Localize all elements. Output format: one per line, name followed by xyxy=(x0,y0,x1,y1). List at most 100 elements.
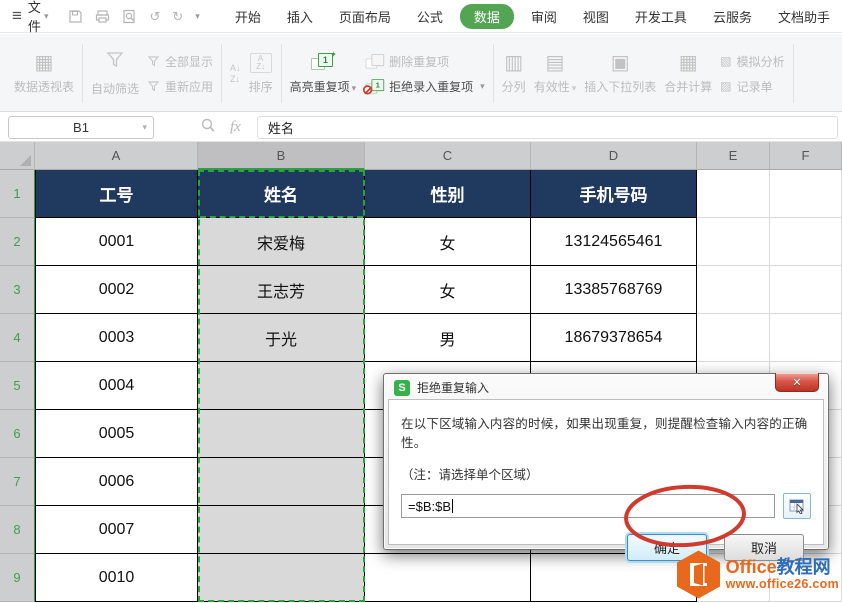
tab-cloud[interactable]: 云服务 xyxy=(700,3,765,30)
cell-B4[interactable]: 于光 xyxy=(198,314,365,362)
cell-C3[interactable]: 女 xyxy=(365,266,531,314)
row-header-7[interactable]: 7 xyxy=(0,458,35,506)
cell-D3[interactable]: 13385768769 xyxy=(531,266,697,314)
tab-review[interactable]: 审阅 xyxy=(518,3,570,30)
cell-D4[interactable]: 18679378654 xyxy=(531,314,697,362)
save-icon[interactable] xyxy=(68,9,83,24)
cell-A1[interactable]: 工号 xyxy=(35,170,198,218)
cell-B1[interactable]: 姓名 xyxy=(198,170,365,218)
column-header-d[interactable]: D xyxy=(531,142,697,170)
redo-icon[interactable]: ↻ xyxy=(172,10,183,23)
range-input[interactable]: =$B:$B xyxy=(401,494,775,518)
watermark-url: www.office26.com xyxy=(726,578,839,592)
row-header-3[interactable]: 3 xyxy=(0,266,35,314)
insert-dropdown-list-button[interactable]: ▣ 插入下拉列表 xyxy=(584,53,656,95)
sort-button[interactable]: AZ↓ 排序 xyxy=(249,53,273,95)
row-header-1[interactable]: 1 xyxy=(0,170,35,218)
delete-duplicates-button[interactable]: 删除重复项 xyxy=(364,53,485,70)
cell-B9[interactable] xyxy=(198,554,365,602)
cell-C9[interactable] xyxy=(365,554,531,602)
cell-A9[interactable]: 0010 xyxy=(35,554,198,602)
insert-dropdown-list-icon: ▣ xyxy=(611,53,630,73)
watermark-logo: Office教程网 www.office26.com xyxy=(676,550,839,599)
cell-F4[interactable] xyxy=(770,314,842,362)
column-header-f[interactable]: F xyxy=(770,142,842,170)
tab-developer[interactable]: 开发工具 xyxy=(622,3,700,30)
row-header-9[interactable]: 9 xyxy=(0,554,35,602)
cell-D9[interactable] xyxy=(531,554,697,602)
row-header-5[interactable]: 5 xyxy=(0,362,35,410)
pivot-table-button[interactable]: ▦ 数据透视表 xyxy=(14,53,74,95)
what-if-analysis-icon: ▧ xyxy=(720,55,731,67)
cell-A2[interactable]: 0001 xyxy=(35,218,198,266)
cell-B6[interactable] xyxy=(198,410,365,458)
tab-view[interactable]: 视图 xyxy=(570,3,622,30)
tab-home[interactable]: 开始 xyxy=(222,3,274,30)
record-form-button[interactable]: ▨ 记录单 xyxy=(720,78,784,95)
tab-formulas[interactable]: 公式 xyxy=(404,3,456,30)
cell-A3[interactable]: 0002 xyxy=(35,266,198,314)
row-header-6[interactable]: 6 xyxy=(0,410,35,458)
cell-E3[interactable] xyxy=(697,266,770,314)
toolbar-options-chevron-icon[interactable]: ▾ xyxy=(195,11,200,22)
cell-B3[interactable]: 王志芳 xyxy=(198,266,365,314)
insert-function-icon[interactable]: fx xyxy=(230,119,241,136)
file-menu[interactable]: 文件 ▾ xyxy=(28,0,49,35)
cell-C4[interactable]: 男 xyxy=(365,314,531,362)
cell-D1[interactable]: 手机号码 xyxy=(531,170,697,218)
cell-A8[interactable]: 0007 xyxy=(35,506,198,554)
sort-asc-desc-icons[interactable]: A↓Z↓ xyxy=(230,64,241,84)
row-header-8[interactable]: 8 xyxy=(0,506,35,554)
cell-B2[interactable]: 宋爱梅 xyxy=(198,218,365,266)
cell-C1[interactable]: 性别 xyxy=(365,170,531,218)
cell-A4[interactable]: 0003 xyxy=(35,314,198,362)
column-header-a[interactable]: A xyxy=(35,142,198,170)
range-picker-button[interactable] xyxy=(783,493,811,519)
dialog-instruction-text: 在以下区域输入内容的时候，如果出现重复，则提醒检查输入内容的正确性。 xyxy=(401,413,811,451)
cell-A7[interactable]: 0006 xyxy=(35,458,198,506)
cell-B5[interactable] xyxy=(198,362,365,410)
dialog-title-bar[interactable]: S 拒绝重复输入 xyxy=(394,379,489,396)
cell-E4[interactable] xyxy=(697,314,770,362)
column-header-e[interactable]: E xyxy=(697,142,770,170)
text-to-columns-button[interactable]: ▥ 分列 xyxy=(502,53,526,95)
cell-D2[interactable]: 13124565461 xyxy=(531,218,697,266)
cell-B8[interactable] xyxy=(198,506,365,554)
reapply-button[interactable]: 重新应用 xyxy=(147,78,213,95)
hamburger-menu-icon[interactable]: ≡ xyxy=(12,6,22,26)
highlight-duplicates-button[interactable]: ✦ 高亮重复项▾ xyxy=(290,53,357,95)
cell-F1[interactable] xyxy=(770,170,842,218)
tab-page-layout[interactable]: 页面布局 xyxy=(326,3,404,30)
print-icon[interactable] xyxy=(95,9,110,24)
column-header-b[interactable]: B xyxy=(198,142,365,170)
cell-B7[interactable] xyxy=(198,458,365,506)
tab-doc-assistant[interactable]: 文档助手 xyxy=(765,3,842,30)
show-all-button[interactable]: 全部显示 xyxy=(147,53,213,70)
row-header-2[interactable]: 2 xyxy=(0,218,35,266)
undo-icon[interactable]: ↺ xyxy=(149,10,160,23)
what-if-analysis-button[interactable]: ▧ 模拟分析 xyxy=(720,53,784,70)
search-icon[interactable] xyxy=(200,117,216,138)
print-preview-icon[interactable] xyxy=(122,9,137,24)
formula-input[interactable]: 姓名 xyxy=(257,116,838,139)
cell-A6[interactable]: 0005 xyxy=(35,410,198,458)
column-header-c[interactable]: C xyxy=(365,142,531,170)
dialog-body: 在以下区域输入内容的时候，如果出现重复，则提醒检查输入内容的正确性。 （注：请选… xyxy=(388,399,824,545)
tab-insert[interactable]: 插入 xyxy=(274,3,326,30)
name-box[interactable]: B1 ▾ xyxy=(8,116,154,139)
validation-button[interactable]: ▤ 有效性▾ xyxy=(534,53,577,95)
cell-F2[interactable] xyxy=(770,218,842,266)
tab-data[interactable]: 数据 xyxy=(460,4,514,29)
cell-E1[interactable] xyxy=(697,170,770,218)
cell-F3[interactable] xyxy=(770,266,842,314)
reject-duplicate-entry-button[interactable]: 拒绝录入重复项 ▾ xyxy=(364,78,485,95)
cell-C2[interactable]: 女 xyxy=(365,218,531,266)
row-header-4[interactable]: 4 xyxy=(0,314,35,362)
close-button[interactable]: ✕ xyxy=(775,373,819,392)
auto-filter-button[interactable]: 自动筛选 xyxy=(91,50,139,97)
cell-E2[interactable] xyxy=(697,218,770,266)
select-all-corner[interactable] xyxy=(0,142,35,170)
cell-A5[interactable]: 0004 xyxy=(35,362,198,410)
menu-bar: ≡ 文件 ▾ ↺ ↻ ▾ 开始 插入 页面布局 公式 数据 审阅 视图 开发工具… xyxy=(0,0,842,33)
consolidate-button[interactable]: ▦ 合并计算 xyxy=(664,53,712,95)
